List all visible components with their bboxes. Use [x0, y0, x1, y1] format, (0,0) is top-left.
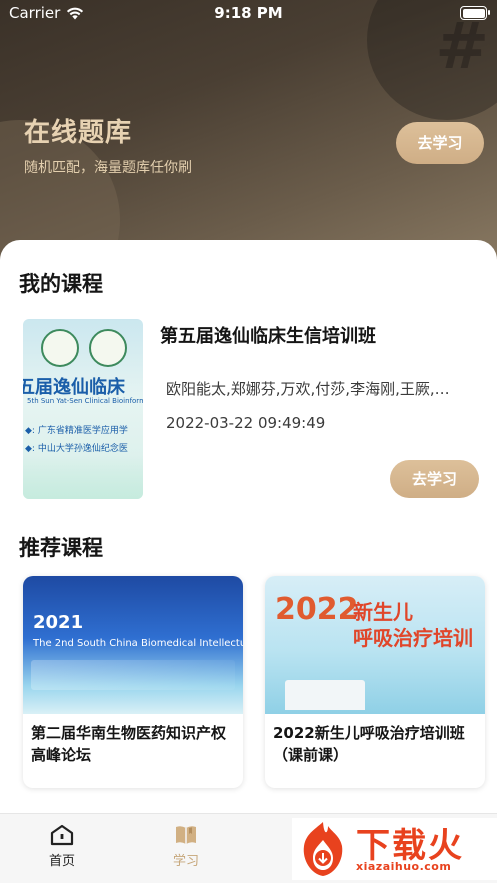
poster-year: 2021 — [33, 612, 84, 633]
clock: 9:18 PM — [214, 4, 283, 22]
recommended-title: 第二届华南生物医药知识产权高峰论坛 — [31, 724, 227, 764]
course-date: 2022-03-22 09:49:49 — [166, 414, 326, 432]
hero-banner: # Carrier 9:18 PM 在线题库 随机匹配，海量题库任你刷 去学习 — [0, 0, 497, 270]
thumb-line: ◆: 中山大学孙逸仙纪念医 — [25, 444, 128, 454]
portrait-logo-icon — [89, 329, 127, 367]
tab-study[interactable]: 学习 — [146, 824, 226, 869]
banner-study-button[interactable]: 去学习 — [396, 122, 484, 164]
poster-year: 2022 — [275, 592, 359, 627]
recommended-poster: 2021 The 2nd South China Biomedical Inte… — [23, 576, 243, 714]
tab-home-label: 首页 — [48, 854, 75, 869]
thumb-headline: 五届逸仙临床 — [23, 377, 125, 398]
poster-headline: 新生儿 — [353, 600, 413, 624]
watermark-url: xiazaihuo.com — [356, 860, 452, 873]
course-thumbnail[interactable]: 五届逸仙临床 5th Sun Yat-Sen Clinical Bioinfor… — [23, 319, 143, 499]
home-icon — [50, 824, 74, 846]
watermark: 下载火 xiazaihuo.com — [292, 818, 497, 880]
recommended-heading: 推荐课程 — [19, 536, 103, 560]
thumb-english: 5th Sun Yat-Sen Clinical Bioinformatics — [27, 397, 143, 405]
course-study-button[interactable]: 去学习 — [390, 460, 479, 498]
poster-building-decor — [285, 680, 365, 710]
tab-study-label: 学习 — [172, 854, 199, 869]
flame-logo-icon — [303, 822, 343, 876]
poster-headline: 呼吸治疗培训 — [353, 626, 473, 650]
thumb-line: ◆: 广东省精准医学应用学 — [25, 426, 128, 436]
recommended-title: 2022新生儿呼吸治疗培训班（课前课） — [273, 724, 465, 764]
book-icon — [176, 826, 196, 844]
poster-info-band — [31, 660, 235, 690]
my-courses-heading: 我的课程 — [19, 272, 103, 296]
course-teachers: 欧阳能太,郑娜芬,万欢,付莎,李海刚,王厥,… — [166, 380, 450, 398]
banner-subtitle: 随机匹配，海量题库任你刷 — [24, 160, 192, 176]
seal-logo-icon — [41, 329, 79, 367]
recommended-card[interactable]: 2021 The 2nd South China Biomedical Inte… — [23, 576, 243, 788]
recommended-card[interactable]: 2022 新生儿 呼吸治疗培训 2022新生儿呼吸治疗培训班（课前课） — [265, 576, 485, 788]
thumb-wave-decor — [23, 455, 143, 499]
battery-icon — [460, 6, 490, 20]
course-title[interactable]: 第五届逸仙临床生信培训班 — [160, 322, 376, 348]
banner-title: 在线题库 — [24, 118, 133, 148]
status-bar: Carrier 9:18 PM — [0, 0, 497, 26]
poster-subtitle: The 2nd South China Biomedical Intellect… — [33, 638, 243, 649]
recommended-poster: 2022 新生儿 呼吸治疗培训 — [265, 576, 485, 714]
tab-home[interactable]: 首页 — [22, 824, 102, 869]
